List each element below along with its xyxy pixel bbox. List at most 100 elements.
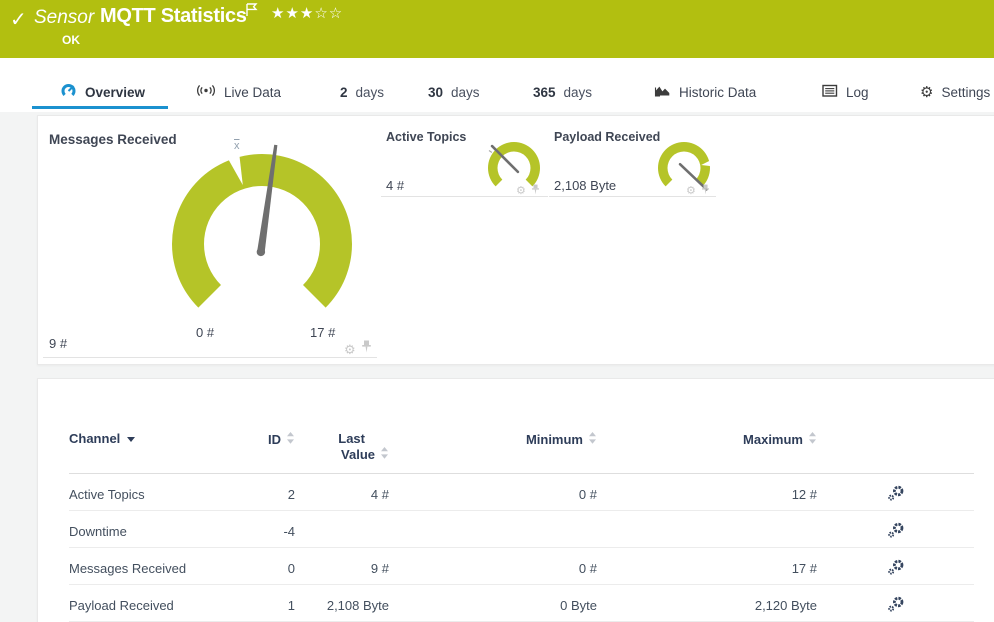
tab-label: Live Data — [224, 84, 282, 100]
gauges-panel: Messages Received x 0 # 17 # 9 # ⚙ Activ… — [37, 115, 994, 365]
channel-settings-gears-icon[interactable] — [887, 559, 905, 579]
maximum-value — [599, 510, 819, 548]
status-badge: OK — [62, 33, 80, 47]
payload-received-current-value: 2,108 Byte — [554, 178, 617, 193]
column-header-last-value[interactable]: Last Value — [297, 403, 391, 474]
column-label: Minimum — [525, 432, 583, 447]
tab-label: days — [355, 84, 385, 100]
sort-icon — [286, 431, 295, 448]
main-gauge-title: Messages Received — [49, 132, 177, 147]
tab-number: 30 — [428, 84, 444, 100]
channel-id: 2 — [239, 473, 297, 511]
channel-id: -4 — [239, 510, 297, 548]
table-header-row: Channel ID Last Value Minimum Maximum — [69, 403, 974, 474]
table-row: Downtime -4 — [69, 510, 974, 548]
last-value — [297, 510, 391, 548]
gear-icon[interactable]: ⚙ — [344, 343, 356, 356]
active-topics-actions: ⚙ — [516, 182, 540, 200]
sensor-title: MQTT Statistics — [100, 5, 247, 27]
tab-number: 365 — [533, 84, 556, 100]
active-topics-gauge-title: Active Topics — [386, 130, 467, 144]
live-broadcast-icon — [196, 83, 216, 101]
minimum-value: 0 # — [391, 547, 599, 585]
gear-icon: ⚙ — [920, 83, 934, 101]
gauge-icon — [60, 82, 77, 102]
divider — [43, 357, 377, 358]
channel-name: Downtime — [69, 510, 239, 548]
maximum-value: 2,120 Byte — [599, 584, 819, 622]
average-marker-label: x — [234, 140, 240, 152]
tab-label: Log — [846, 84, 869, 100]
pin-icon[interactable] — [531, 182, 540, 200]
maximum-value: 12 # — [599, 473, 819, 511]
sort-icon — [380, 446, 389, 463]
channel-table: Channel ID Last Value Minimum Maximum Ac… — [69, 403, 974, 622]
table-row: Messages Received 0 9 # 0 # 17 # — [69, 547, 974, 585]
tab-2-days[interactable]: 2 days — [340, 80, 384, 104]
last-value: 9 # — [297, 547, 391, 585]
channel-id: 1 — [239, 584, 297, 622]
tab-settings[interactable]: ⚙ Settings — [920, 80, 990, 104]
chevron-down-icon — [127, 437, 136, 442]
column-header-actions — [819, 403, 974, 474]
flag-icon[interactable] — [245, 3, 258, 22]
tab-bar: Overview Live Data 2 days 30 days 365 da… — [0, 58, 994, 112]
tab-365-days[interactable]: 365 days — [533, 80, 592, 104]
maximum-value: 17 # — [599, 547, 819, 585]
tab-label: days — [451, 84, 480, 100]
tab-number: 2 — [340, 84, 348, 100]
messages-received-gauge — [172, 144, 352, 308]
column-label: ID — [268, 432, 281, 447]
minimum-value — [391, 510, 599, 548]
pin-icon[interactable] — [361, 340, 372, 358]
last-value: 4 # — [297, 473, 391, 511]
active-topics-current-value: 4 # — [386, 178, 405, 193]
channel-settings-gears-icon[interactable] — [887, 522, 905, 542]
divider — [549, 196, 716, 197]
tab-historic-data[interactable]: Historic Data — [654, 80, 756, 104]
payload-received-gauge-title: Payload Received — [554, 130, 661, 144]
area-chart-icon — [654, 83, 671, 101]
column-header-maximum[interactable]: Maximum — [599, 403, 819, 474]
table-row: Payload Received 1 2,108 Byte 0 Byte 2,1… — [69, 584, 974, 622]
table-row: Active Topics 2 4 # 0 # 12 # — [69, 473, 974, 511]
column-label: Channel — [69, 431, 121, 446]
sensor-header-bar: ✓ Sensor MQTT Statistics ★★★☆☆ OK — [0, 0, 994, 58]
column-header-id[interactable]: ID — [239, 403, 297, 474]
column-label: Last — [338, 431, 365, 446]
last-value: 2,108 Byte — [297, 584, 391, 622]
channel-settings-gears-icon[interactable] — [887, 485, 905, 505]
divider — [381, 196, 548, 197]
log-list-icon — [822, 84, 838, 101]
channel-id: 0 — [239, 547, 297, 585]
tab-label: Historic Data — [679, 84, 757, 100]
channel-settings-gears-icon[interactable] — [887, 596, 905, 616]
status-ok-check-icon: ✓ — [10, 9, 27, 31]
main-gauge-current-value: 9 # — [49, 336, 68, 351]
tab-label: Settings — [941, 84, 991, 100]
object-kind-label: Sensor — [34, 7, 95, 28]
gauge-min-label: 0 # — [196, 325, 215, 340]
channel-name: Active Topics — [69, 473, 239, 511]
tab-log[interactable]: Log — [822, 80, 869, 104]
tab-label: Overview — [85, 84, 146, 100]
payload-received-actions: ⚙ — [686, 182, 710, 200]
tab-overview[interactable]: Overview — [60, 80, 145, 104]
gauge-max-label: 17 # — [310, 325, 336, 340]
sort-icon — [588, 431, 597, 448]
minimum-value: 0 # — [391, 473, 599, 511]
pin-icon[interactable] — [701, 182, 710, 200]
active-tab-underline — [32, 106, 168, 109]
tab-live-data[interactable]: Live Data — [196, 80, 281, 104]
channel-name: Payload Received — [69, 584, 239, 622]
tab-label: days — [563, 84, 593, 100]
main-gauge-actions: ⚙ — [344, 340, 372, 358]
channel-table-panel: Channel ID Last Value Minimum Maximum Ac… — [37, 378, 994, 622]
column-header-minimum[interactable]: Minimum — [391, 403, 599, 474]
column-label: Value — [341, 447, 375, 462]
tab-30-days[interactable]: 30 days — [428, 80, 480, 104]
content-area: Messages Received x 0 # 17 # 9 # ⚙ Activ… — [0, 112, 994, 622]
column-label: Maximum — [743, 432, 803, 447]
column-header-channel[interactable]: Channel — [69, 403, 239, 474]
priority-stars[interactable]: ★★★☆☆ — [271, 4, 343, 22]
